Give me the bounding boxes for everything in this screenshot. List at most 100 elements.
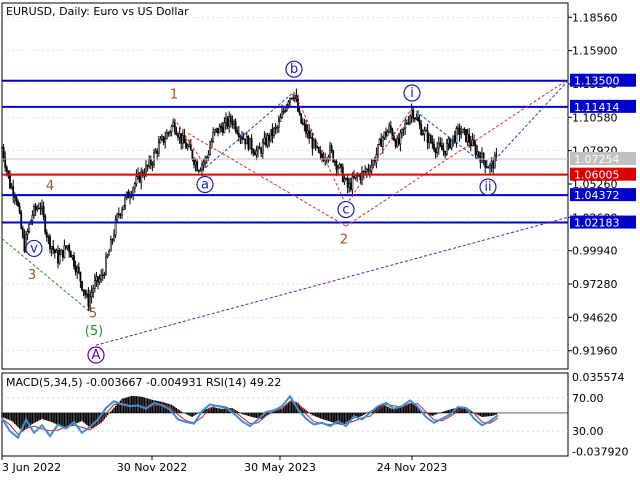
candle-body — [333, 160, 336, 163]
candle-body — [26, 231, 29, 235]
candle-body — [412, 109, 415, 119]
candle-body — [399, 132, 402, 145]
candle-body — [468, 134, 471, 143]
candle-body — [351, 176, 354, 190]
chart-window[interactable]: v345(5)A1abc2iii 1.185601.159001.132401.… — [0, 0, 640, 480]
wave-label-b: b — [290, 62, 298, 77]
candle-body — [348, 183, 351, 188]
time-tick-label: 3 Jun 2022 — [2, 461, 61, 474]
candle-body — [146, 165, 149, 167]
candle-body — [101, 274, 104, 277]
candle-body — [415, 116, 418, 120]
candle-body — [100, 274, 103, 280]
candle-body — [300, 113, 303, 124]
candle-body — [372, 160, 375, 166]
chart-canvas[interactable]: v345(5)A1abc2iii 1.185601.159001.132401.… — [0, 0, 640, 480]
candle-body — [188, 143, 191, 147]
candle-body — [287, 101, 290, 106]
candle-body — [482, 153, 485, 162]
wave-label-1: 1 — [170, 87, 178, 102]
candle-body — [378, 138, 381, 145]
candle-body — [329, 145, 331, 158]
candle-body — [417, 116, 419, 122]
candle-body — [173, 122, 176, 132]
candle-body — [441, 145, 443, 151]
candle-body — [332, 150, 335, 162]
candle-body — [36, 207, 39, 211]
candle-body — [305, 124, 307, 134]
candle-body — [335, 160, 338, 170]
candle-body — [381, 137, 384, 148]
candle-body — [154, 150, 157, 154]
candle-body — [434, 149, 437, 154]
candle-body — [132, 187, 135, 196]
candle-body — [18, 205, 21, 213]
candle-body — [279, 117, 282, 122]
candle-body — [306, 130, 309, 134]
candle-body — [314, 140, 317, 147]
candle-body — [292, 97, 295, 100]
candle-body — [425, 130, 427, 132]
candle-body — [261, 142, 264, 154]
candle-body — [210, 140, 213, 148]
candle-body — [458, 127, 461, 135]
candle-body — [57, 250, 59, 264]
candle-body — [250, 138, 253, 151]
candle-body — [349, 183, 352, 190]
candle-body — [389, 125, 392, 130]
candle-body — [457, 127, 459, 130]
candle-body — [28, 224, 31, 232]
candle-body — [337, 167, 339, 170]
candle-body — [145, 165, 147, 176]
candle-body — [41, 206, 43, 209]
wave-label-(5): (5) — [85, 324, 103, 339]
price-tick-label: 0.97280 — [572, 278, 618, 291]
price-tick-label: 0.94620 — [572, 311, 618, 324]
candle-body — [346, 178, 349, 188]
level-tag-text: 1.04372 — [574, 189, 620, 202]
candle-body — [338, 163, 341, 169]
candle-body — [321, 153, 323, 158]
candle-body — [247, 136, 250, 150]
candle-body — [215, 127, 218, 131]
candle-body — [266, 134, 269, 146]
candle-body — [201, 164, 203, 171]
candle-body — [469, 141, 472, 147]
candle-body — [207, 154, 210, 158]
candle-body — [164, 138, 167, 143]
candle-body — [33, 206, 35, 216]
current-price-tag-text: 1.07254 — [574, 153, 620, 166]
candle-body — [388, 125, 391, 132]
candle-body — [185, 142, 187, 149]
candle-body — [170, 125, 173, 133]
candle-body — [249, 138, 251, 150]
candle-body — [453, 135, 456, 143]
candle-body — [439, 142, 442, 146]
candle-body — [493, 154, 496, 169]
candle-body — [394, 139, 397, 147]
candle-body — [242, 138, 245, 141]
candle-body — [117, 213, 120, 216]
candle-body — [213, 129, 216, 133]
level-tag-text: 1.06005 — [574, 169, 620, 182]
candle-body — [420, 124, 423, 135]
candle-body — [129, 196, 131, 199]
candle-body — [437, 142, 440, 149]
candle-body — [386, 131, 389, 137]
candle-body — [177, 134, 179, 138]
candle-body — [340, 163, 343, 167]
candle-body — [364, 170, 367, 173]
candle-body — [466, 134, 469, 142]
candle-body — [429, 135, 432, 143]
candle-body — [90, 292, 93, 298]
candle-body — [194, 161, 197, 165]
candle-body — [277, 121, 280, 128]
candle-body — [105, 256, 107, 275]
candle-body — [191, 149, 194, 160]
candle-body — [223, 122, 226, 133]
wave-label-ii: ii — [484, 180, 491, 195]
wave-label-2: 2 — [340, 233, 348, 248]
candle-body — [183, 135, 186, 144]
candle-body — [98, 278, 101, 283]
candle-body — [284, 110, 287, 112]
